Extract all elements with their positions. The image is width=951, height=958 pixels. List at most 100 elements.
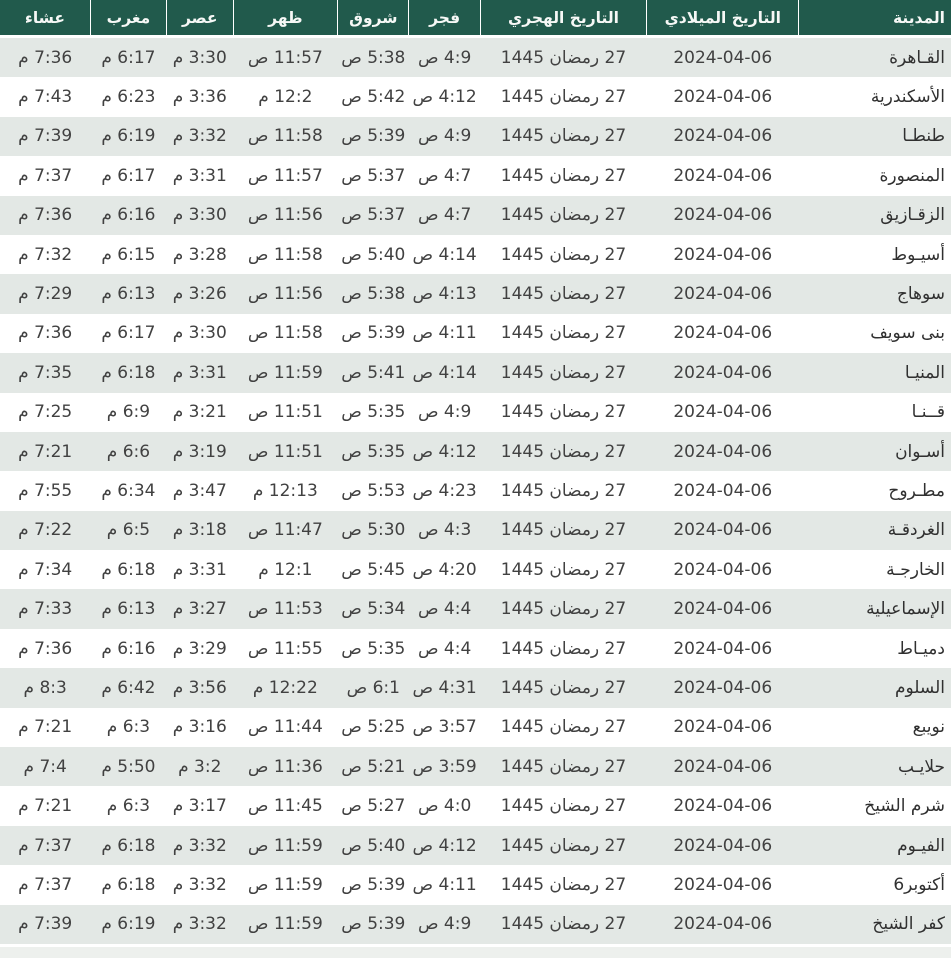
table-row: الأسكندرية 2024-04-06 27 رمضان 1445 4:12 ص 5…: [0, 77, 951, 117]
col-header-gregorian-date: التاريخ الميلادي: [646, 0, 800, 38]
cell-gregorian-date: 2024-04-06: [673, 559, 773, 580]
cell-asr: 3:18 م: [172, 520, 227, 541]
cell-asr: 3:32 م: [172, 874, 227, 895]
cell-gregorian-date: 2024-04-06: [673, 796, 773, 817]
table-row: الفيـوم 2024-04-06 27 رمضان 1445 4:12 ص 5:40…: [0, 825, 951, 866]
cell-city: مطـروح: [888, 480, 945, 501]
cell-gregorian-date: 2024-04-06: [673, 874, 773, 895]
cell-sunrise: 5:39 ص: [341, 874, 406, 895]
cell-isha: 7:39 م: [18, 914, 73, 935]
cell-gregorian-date: 2024-04-06: [673, 441, 773, 462]
cell-sunrise: 5:30 ص: [341, 520, 406, 541]
cell-fajr: 4:13 ص: [412, 284, 477, 305]
cell-isha: 7:39 م: [18, 126, 73, 147]
cell-isha: 7:29 م: [18, 284, 73, 305]
cell-gregorian-date: 2024-04-06: [673, 914, 773, 935]
cell-isha: 8:3 م: [23, 677, 67, 698]
cell-isha: 7:35 م: [18, 362, 73, 383]
cell-gregorian-date: 2024-04-06: [673, 87, 773, 108]
table-row: طنطـا 2024-04-06 27 رمضان 1445 4:9 ص 5:39 ص 1…: [0, 116, 951, 157]
cell-city: قــنـا: [911, 402, 945, 423]
cell-hijri-date: 27 رمضان 1445: [500, 323, 627, 344]
cell-hijri-date: 27 رمضان 1445: [500, 165, 627, 186]
cell-isha: 7:21 م: [18, 717, 73, 738]
cell-hijri-date: 27 رمضان 1445: [500, 559, 627, 580]
cell-maghrib: 6:18 م: [101, 559, 156, 580]
col-header-maghrib: مغرب: [90, 0, 167, 38]
cell-dhuhr: 11:56 ص: [247, 205, 323, 226]
table-row: دميـاط 2024-04-06 27 رمضان 1445 4:4 ص 5:35 ص…: [0, 628, 951, 669]
cell-fajr: 3:59 ص: [412, 756, 477, 777]
prayer-times-table: المدينة التاريخ الميلادي التاريخ الهجري فجر…: [0, 0, 951, 944]
cell-isha: 7:36 م: [18, 205, 73, 226]
col-header-sunrise: شروق: [337, 0, 410, 38]
cell-hijri-date: 27 رمضان 1445: [500, 520, 627, 541]
cell-city: دميـاط: [897, 638, 945, 659]
cell-hijri-date: 27 رمضان 1445: [500, 47, 627, 68]
cell-dhuhr: 11:55 ص: [247, 638, 323, 659]
cell-dhuhr: 11:47 ص: [247, 520, 323, 541]
cell-maghrib: 6:6 م: [106, 441, 151, 462]
table-row: كفر الشيخ 2024-04-06 27 رمضان 1445 4:9 ص 5:3…: [0, 904, 951, 944]
cell-maghrib: 6:13 م: [101, 284, 156, 305]
table-row: شرم الشيخ 2024-04-06 27 رمضان 1445 4:0 ص 5:2…: [0, 786, 951, 826]
cell-fajr: 4:0 ص: [417, 796, 472, 817]
cell-fajr: 4:14 ص: [412, 244, 477, 265]
cell-maghrib: 5:50 م: [101, 756, 156, 777]
cell-city: كفر الشيخ: [872, 914, 945, 935]
table-row: مطـروح 2024-04-06 27 رمضان 1445 4:23 ص 5:53 …: [0, 471, 951, 511]
col-header-dhuhr: ظهر: [233, 0, 339, 38]
cell-isha: 7:33 م: [18, 599, 73, 620]
table-row: الزقـازيق 2024-04-06 27 رمضان 1445 4:7 ص 5:3…: [0, 195, 951, 235]
cell-sunrise: 5:39 ص: [341, 126, 406, 147]
table-row: المنيـا 2024-04-06 27 رمضان 1445 4:14 ص 5:41…: [0, 353, 951, 393]
cell-asr: 3:47 م: [172, 480, 227, 501]
col-header-asr: عصر: [166, 0, 234, 38]
cell-sunrise: 5:35 ص: [341, 638, 406, 659]
cell-dhuhr: 11:45 ص: [247, 796, 323, 817]
cell-city: سوهاج: [896, 284, 945, 305]
cell-dhuhr: 11:57 ص: [247, 47, 323, 68]
cell-dhuhr: 11:53 ص: [247, 599, 323, 620]
col-header-hijri-date: التاريخ الهجري: [480, 0, 648, 38]
cell-asr: 3:26 م: [172, 284, 227, 305]
table-row: السلوم 2024-04-06 27 رمضان 1445 4:31 ص 6:1 ص…: [0, 668, 951, 708]
cell-hijri-date: 27 رمضان 1445: [500, 874, 627, 895]
cell-dhuhr: 11:57 ص: [247, 165, 323, 186]
cell-gregorian-date: 2024-04-06: [673, 47, 773, 68]
cell-city: أسـوان: [895, 441, 945, 462]
cell-city: الخارجـة: [886, 559, 945, 580]
cell-city: القـاهرة: [889, 47, 945, 68]
cell-city: نويبع: [912, 717, 945, 738]
cell-city: بنى سويف: [870, 323, 945, 344]
cell-asr: 3:31 م: [172, 559, 227, 580]
cell-asr: 3:32 م: [172, 835, 227, 856]
cell-asr: 3:19 م: [172, 441, 227, 462]
cell-sunrise: 5:35 ص: [341, 402, 406, 423]
cell-isha: 7:32 م: [18, 244, 73, 265]
cell-maghrib: 6:19 م: [101, 126, 156, 147]
cell-isha: 7:55 م: [18, 480, 73, 501]
cell-dhuhr: 12:2 م: [258, 87, 313, 108]
cell-sunrise: 6:1 ص: [346, 677, 400, 698]
cell-hijri-date: 27 رمضان 1445: [500, 914, 627, 935]
cell-city: الأسكندرية: [870, 87, 945, 108]
cell-hijri-date: 27 رمضان 1445: [500, 756, 627, 777]
cell-sunrise: 5:27 ص: [341, 796, 406, 817]
cell-dhuhr: 11:59 ص: [247, 914, 323, 935]
cell-asr: 3:27 م: [172, 599, 227, 620]
cell-city: الغردقـة: [887, 520, 945, 541]
cell-dhuhr: 11:36 ص: [247, 756, 323, 777]
cell-city: المنيـا: [904, 362, 945, 383]
cell-fajr: 4:12 ص: [412, 441, 477, 462]
cell-dhuhr: 11:59 ص: [247, 874, 323, 895]
cell-gregorian-date: 2024-04-06: [673, 205, 773, 226]
bottom-strip: [0, 946, 951, 958]
cell-sunrise: 5:45 ص: [341, 559, 406, 580]
cell-asr: 3:32 م: [172, 126, 227, 147]
cell-isha: 7:36 م: [18, 638, 73, 659]
cell-maghrib: 6:17 م: [101, 165, 156, 186]
cell-gregorian-date: 2024-04-06: [673, 480, 773, 501]
table-row: المنصورة 2024-04-06 27 رمضان 1445 4:7 ص 5:37…: [0, 156, 951, 196]
cell-asr: 3:31 م: [172, 165, 227, 186]
